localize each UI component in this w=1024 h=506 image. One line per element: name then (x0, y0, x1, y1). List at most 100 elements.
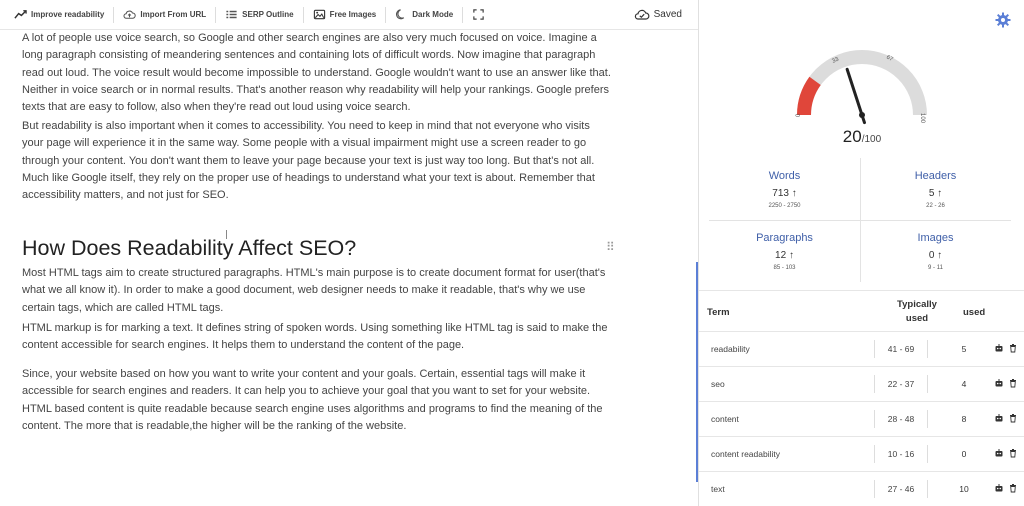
trend-icon (14, 10, 27, 19)
readability-gauge: 0 33 67 100 (796, 50, 927, 125)
term-used-count: 4 (961, 379, 967, 389)
trash-icon[interactable] (1008, 448, 1018, 458)
column-term: Term (707, 307, 730, 318)
cell-divider (927, 375, 928, 393)
stat-headers: Headers 5 ↑ 22 - 26 (860, 158, 1011, 220)
cell-divider (927, 480, 928, 498)
dark-mode-button[interactable]: Dark Mode (389, 5, 459, 25)
robot-icon[interactable] (994, 448, 1004, 458)
stat-label: Images (917, 232, 954, 244)
stat-label: Headers (914, 170, 957, 182)
improve-readability-button[interactable]: Improve readability (8, 5, 110, 25)
term-row[interactable]: readability 41 - 69 5 (699, 332, 1024, 367)
dark-mode-label: Dark Mode (412, 10, 454, 19)
term-name: text (711, 484, 725, 494)
robot-icon[interactable] (994, 413, 1004, 423)
stat-range: 85 - 103 (773, 265, 796, 271)
paragraph[interactable]: HTML markup is for marking a text. It de… (22, 320, 612, 355)
toolbar-divider (385, 6, 387, 23)
saved-label: Saved (653, 8, 682, 20)
toolbar-divider (215, 6, 217, 23)
term-typical-range: 10 - 16 (887, 449, 915, 459)
stat-value: 713 ↑ (772, 188, 797, 199)
content-stats: Words 713 ↑ 2250 - 2750 Headers 5 ↑ 22 -… (709, 158, 1011, 282)
stat-range: 9 - 11 (928, 265, 943, 271)
stat-value: 0 ↑ (928, 250, 943, 261)
improve-readability-label: Improve readability (31, 10, 105, 19)
seo-side-panel: 0 33 67 100 20/100 Words 713 ↑ 2250 - 27… (698, 0, 1024, 506)
term-name: readability (711, 344, 750, 354)
term-row[interactable]: seo 22 - 37 4 (699, 367, 1024, 402)
gauge-fill (797, 76, 821, 116)
trash-icon[interactable] (1008, 483, 1018, 493)
term-typical-range: 41 - 69 (887, 344, 915, 354)
stat-range: 22 - 26 (926, 203, 945, 209)
moon-icon (396, 9, 405, 20)
robot-icon[interactable] (994, 483, 1004, 493)
stat-value: 5 ↑ (928, 188, 943, 199)
toolbar-divider (113, 6, 115, 23)
term-typical-range: 27 - 46 (887, 484, 915, 494)
paragraph[interactable]: A lot of people use voice search, so Goo… (22, 30, 612, 116)
fullscreen-icon (473, 9, 484, 20)
drag-handle-icon[interactable]: ⠿ (606, 240, 615, 254)
content-editor[interactable]: A lot of people use voice search, so Goo… (0, 30, 698, 506)
paragraph[interactable]: But readability is also important when i… (22, 118, 612, 204)
column-typically-line2: used (905, 313, 929, 324)
cell-divider (927, 340, 928, 358)
term-typical-range: 28 - 48 (887, 414, 915, 424)
gauge-pivot (859, 112, 865, 118)
term-row[interactable]: text 27 - 46 10 (699, 472, 1024, 506)
image-icon (313, 9, 325, 20)
term-typical-range: 22 - 37 (887, 379, 915, 389)
term-name: content readability (711, 449, 780, 459)
term-used-count: 0 (961, 449, 967, 459)
import-from-url-label: Import From URL (140, 10, 207, 19)
score-value: 20 (842, 127, 862, 146)
toolbar-divider (462, 6, 464, 23)
trash-icon[interactable] (1008, 413, 1018, 423)
term-row[interactable]: content readability 10 - 16 0 (699, 437, 1024, 472)
terms-table-header: Term Typically used used (699, 290, 1024, 332)
stat-label: Words (768, 170, 801, 182)
trash-icon[interactable] (1008, 343, 1018, 353)
term-used-count: 5 (961, 344, 967, 354)
cell-divider (927, 445, 928, 463)
free-images-label: Free Images (329, 10, 377, 19)
stat-images: Images 0 ↑ 9 - 11 (860, 220, 1011, 282)
term-name: content (711, 414, 739, 424)
term-row[interactable]: content 28 - 48 8 (699, 402, 1024, 437)
list-icon (226, 10, 237, 19)
robot-icon[interactable] (994, 378, 1004, 388)
paragraph[interactable]: Most HTML tags aim to create structured … (22, 265, 612, 317)
term-used-count: 10 (959, 484, 969, 494)
column-typically-used: Typically used (889, 299, 945, 324)
free-images-button[interactable]: Free Images (307, 5, 383, 25)
gear-icon[interactable] (995, 12, 1011, 28)
score-max: /100 (861, 134, 882, 145)
section-heading[interactable]: How Does Readability Affect SEO? (22, 236, 356, 261)
column-used: used (963, 307, 986, 318)
readability-score: 20/100 (699, 127, 1024, 147)
paragraph[interactable]: HTML based content is quite readable bec… (22, 401, 612, 436)
stat-value: 12 ↑ (775, 250, 794, 261)
serp-outline-label: SERP Outline (242, 10, 294, 19)
gauge-tick-label: 100 (919, 113, 925, 124)
fullscreen-button[interactable] (466, 5, 491, 25)
paragraph[interactable]: Since, your website based on how you wan… (22, 366, 612, 401)
editor-toolbar: Improve readability Import From URL SERP… (0, 0, 698, 30)
term-name: seo (711, 379, 725, 389)
save-status: Saved (634, 7, 682, 21)
stat-range: 2250 - 2750 (768, 203, 801, 209)
cloud-upload-icon (123, 10, 137, 19)
cell-divider (927, 410, 928, 428)
serp-outline-button[interactable]: SERP Outline (219, 5, 299, 25)
robot-icon[interactable] (994, 343, 1004, 353)
stat-label: Paragraphs (756, 232, 813, 244)
import-from-url-button[interactable]: Import From URL (117, 5, 212, 25)
trash-icon[interactable] (1008, 378, 1018, 388)
gauge-track (797, 50, 927, 116)
stat-paragraphs: Paragraphs 12 ↑ 85 - 103 (709, 220, 860, 282)
toolbar-divider (302, 6, 304, 23)
term-used-count: 8 (961, 414, 967, 424)
